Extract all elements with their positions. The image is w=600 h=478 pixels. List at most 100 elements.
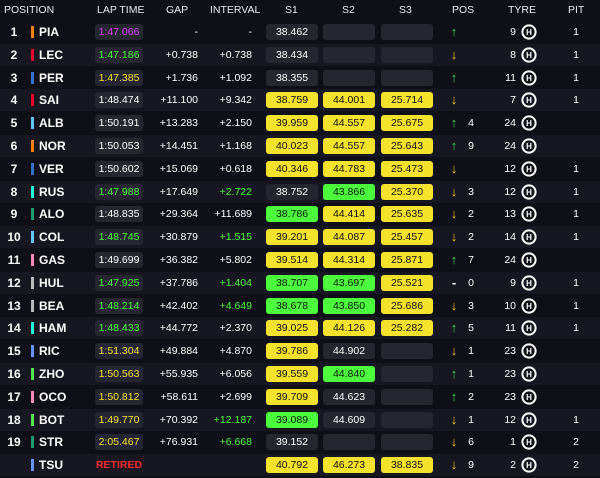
- table-row[interactable]: 7 VER 1:50.602 +15.069 +0.618 40.346 44.…: [0, 158, 600, 180]
- hard-tyre-icon: H: [521, 275, 537, 291]
- sector-1-time: 39.089: [266, 411, 318, 428]
- driver-code[interactable]: SAI: [39, 89, 59, 111]
- header-s2[interactable]: S2: [342, 4, 355, 16]
- hard-tyre-icon: H: [521, 47, 537, 63]
- pit-stops: [568, 340, 584, 362]
- interval-value: +5.802: [219, 254, 252, 266]
- table-row[interactable]: 1 PIA 1:47.066 - - 38.462 ↑ 9 H 1: [0, 21, 600, 43]
- column-headers: POSITION LAP TIME GAP INTERVAL S1 S2 S3 …: [0, 0, 600, 20]
- driver-code[interactable]: LEC: [39, 44, 63, 66]
- header-s3[interactable]: S3: [399, 4, 412, 16]
- header-tyre[interactable]: TYRE: [508, 4, 536, 16]
- tyre-compound-letter: H: [526, 324, 532, 333]
- header-pit[interactable]: PIT: [568, 4, 584, 16]
- sector-1-time: 40.792: [266, 457, 318, 474]
- team-color-bar: [31, 208, 34, 221]
- lap-time: 1:48.433: [95, 320, 143, 337]
- table-row[interactable]: 11 GAS 1:49.699 +36.382 +5.802 39.514 44…: [0, 249, 600, 271]
- table-row[interactable]: 18 BOT 1:49.770 +70.392 +12.187 39.089 4…: [0, 408, 600, 431]
- positions-gained-lost: 2: [468, 231, 474, 244]
- driver-code[interactable]: ZHO: [39, 363, 64, 385]
- lap-time: 1:47.186: [95, 46, 143, 63]
- tyre-compound-letter: H: [526, 279, 532, 288]
- driver-code[interactable]: HAM: [39, 317, 66, 339]
- tyre-age: 12: [504, 185, 516, 198]
- sector-1-time: 39.559: [266, 366, 318, 382]
- header-s1[interactable]: S1: [285, 4, 298, 16]
- interval-value: +2.370: [219, 322, 252, 335]
- tyre-compound-letter: H: [526, 302, 532, 311]
- table-row[interactable]: 6 NOR 1:50.053 +14.451 +1.168 40.023 44.…: [0, 135, 600, 157]
- driver-code[interactable]: PER: [39, 67, 64, 89]
- table-row[interactable]: 13 BEA 1:48.214 +42.402 +4.649 38.678 43…: [0, 295, 600, 317]
- driver-code[interactable]: NOR: [39, 135, 66, 157]
- team-color-bar: [31, 71, 34, 84]
- tyre-compound-letter: H: [526, 256, 532, 265]
- tyre-compound-letter: H: [526, 347, 532, 356]
- position-number: 19: [7, 435, 21, 450]
- driver-code[interactable]: BOT: [39, 409, 64, 431]
- tyre-compound-letter: H: [526, 438, 532, 447]
- table-row[interactable]: TSU RETIRED 40.792 46.273 38.835 ↓ 9 2 H…: [0, 454, 600, 477]
- driver-code[interactable]: TSU: [39, 454, 63, 476]
- hard-tyre-icon: H: [521, 161, 537, 177]
- driver-code[interactable]: RIC: [39, 340, 60, 362]
- lap-time: 1:48.835: [95, 206, 143, 223]
- position-change-arrow-icon: ↑: [450, 24, 458, 39]
- header-pos[interactable]: POS: [452, 4, 474, 16]
- table-row[interactable]: 17 OCO 1:50.812 +58.611 +2.699 39.709 44…: [0, 386, 600, 408]
- table-row[interactable]: 2 LEC 1:47.186 +0.738 +0.738 38.434 ↓ 8 …: [0, 43, 600, 66]
- driver-code[interactable]: OCO: [39, 386, 66, 408]
- table-row[interactable]: 10 COL 1:48.745 +30.879 +1.515 39.201 44…: [0, 226, 600, 249]
- driver-code[interactable]: VER: [39, 158, 64, 180]
- table-row[interactable]: 4 SAI 1:48.474 +11.100 +9.342 38.759 44.…: [0, 89, 600, 112]
- position-change-arrow-icon: ↓: [450, 457, 458, 473]
- position-change-arrow-icon: ↓: [450, 411, 458, 427]
- hard-tyre-icon: H: [521, 92, 537, 108]
- sector-1-time: 40.023: [266, 138, 318, 154]
- gap-value: +1.736: [165, 71, 198, 84]
- sector-3-time: 25.686: [381, 297, 433, 314]
- gap-value: +0.738: [165, 48, 198, 61]
- driver-code[interactable]: STR: [39, 431, 63, 453]
- sector-3-time: [381, 46, 433, 63]
- driver-code[interactable]: ALB: [39, 112, 64, 134]
- table-row[interactable]: 14 HAM 1:48.433 +44.772 +2.370 39.025 44…: [0, 317, 600, 340]
- driver-code[interactable]: COL: [39, 226, 64, 248]
- position-change-arrow-icon: ↓: [450, 229, 458, 245]
- pit-stops: [568, 363, 584, 385]
- header-interval[interactable]: INTERVAL: [210, 4, 260, 16]
- gap-value: +55.935: [159, 368, 198, 380]
- table-row[interactable]: 9 ALO 1:48.835 +29.364 +11.689 38.786 44…: [0, 203, 600, 225]
- driver-code[interactable]: GAS: [39, 249, 65, 271]
- pit-stops: 1: [573, 71, 579, 84]
- driver-code[interactable]: BEA: [39, 295, 64, 317]
- lap-time: 2:05.467: [95, 434, 143, 451]
- table-row[interactable]: 3 PER 1:47.385 +1.736 +1.092 38.355 ↑ 11…: [0, 67, 600, 89]
- hard-tyre-icon: H: [521, 411, 537, 428]
- table-row[interactable]: 19 STR 2:05.467 +76.931 +6.668 39.152 ↓ …: [0, 431, 600, 453]
- position-change-arrow-icon: ↓: [450, 343, 458, 359]
- sector-1-time: 38.434: [266, 46, 318, 63]
- header-position[interactable]: POSITION: [4, 4, 54, 16]
- table-row[interactable]: 15 RIC 1:51.304 +49.884 +4.870 39.786 44…: [0, 340, 600, 362]
- driver-code[interactable]: HUL: [39, 272, 64, 294]
- team-color-bar: [31, 117, 34, 130]
- header-lap-time[interactable]: LAP TIME: [97, 4, 144, 16]
- position-change-arrow-icon: ↓: [450, 160, 458, 176]
- team-color-bar: [31, 276, 34, 289]
- pit-stops: 2: [573, 436, 579, 449]
- sector-3-time: [381, 24, 433, 40]
- table-row[interactable]: 8 RUS 1:47.988 +17.649 +2.722 38.752 43.…: [0, 180, 600, 203]
- sector-3-time: 38.835: [381, 457, 433, 474]
- table-row[interactable]: 12 HUL 1:47.925 +37.786 +1.404 38.707 43…: [0, 271, 600, 294]
- driver-code[interactable]: RUS: [39, 181, 64, 203]
- header-gap[interactable]: GAP: [166, 4, 188, 16]
- position-number: 9: [10, 207, 18, 222]
- sector-2-time: 46.273: [323, 457, 375, 474]
- driver-code[interactable]: ALO: [39, 203, 64, 225]
- position-change-arrow-icon: -: [451, 274, 457, 290]
- table-row[interactable]: 16 ZHO 1:50.563 +55.935 +6.056 39.559 44…: [0, 363, 600, 385]
- driver-code[interactable]: PIA: [39, 21, 59, 43]
- table-row[interactable]: 5 ALB 1:50.191 +13.283 +2.150 39.959 44.…: [0, 112, 600, 134]
